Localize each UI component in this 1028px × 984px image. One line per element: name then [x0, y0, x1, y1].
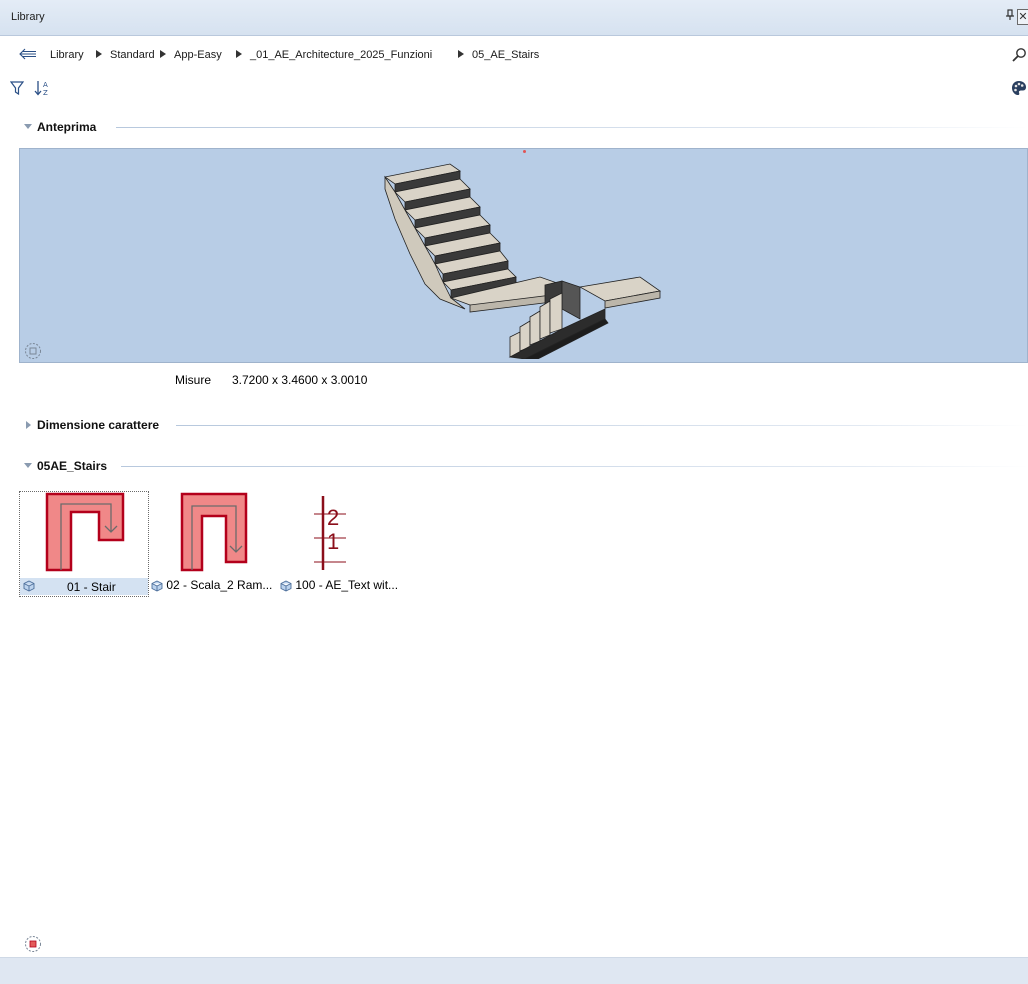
svg-text:A: A: [43, 81, 48, 89]
svg-text:Z: Z: [43, 89, 48, 96]
expand-icon[interactable]: [26, 421, 31, 429]
pin-icon[interactable]: [1004, 9, 1016, 25]
close-button[interactable]: ✕: [1017, 9, 1028, 25]
window-title: Library: [11, 11, 45, 23]
title-bar: Library ✕: [0, 0, 1028, 36]
collapse-icon[interactable]: [24, 124, 32, 129]
breadcrumb: Library Standard App-Easy _01_AE_Archite…: [0, 44, 1028, 66]
breadcrumb-separator-icon[interactable]: [96, 50, 102, 58]
filter-icon[interactable]: [9, 81, 25, 96]
back-arrow-icon[interactable]: [18, 47, 38, 61]
section-title-folder: 05AE_Stairs: [37, 459, 108, 473]
cube-icon: [23, 580, 35, 592]
section-title-font-size: Dimensione carattere: [37, 418, 160, 432]
cube-icon: [151, 580, 163, 592]
item-caption-100[interactable]: 100 - AE_Text wit...: [280, 578, 410, 595]
stair-plan-thumbnail: [45, 492, 125, 572]
item-caption-01[interactable]: 01 - Stair: [20, 578, 148, 595]
item-caption-02[interactable]: 02 - Scala_2 Ram...: [151, 578, 281, 595]
breadcrumb-item-library[interactable]: Library: [50, 49, 84, 61]
level-text-thumbnail: [314, 496, 346, 570]
measure-label: Misure: [175, 373, 212, 387]
level-1-label: 1: [327, 529, 340, 554]
section-header-folder[interactable]: 05AE_Stairs: [0, 458, 1028, 476]
breadcrumb-item-standard[interactable]: Standard: [110, 49, 155, 61]
section-divider: [176, 425, 1028, 426]
stair-3d-preview: [384, 163, 662, 359]
item-label: 100 - AE_Text wit...: [295, 578, 399, 592]
section-title-preview: Anteprima: [37, 120, 97, 134]
breadcrumb-separator-icon[interactable]: [236, 50, 242, 58]
double-ramp-plan-thumbnail: [180, 492, 248, 572]
section-divider: [116, 127, 1028, 128]
snap-target-icon[interactable]: [24, 935, 42, 953]
item-label: 02 - Scala_2 Ram...: [166, 578, 273, 592]
palette-icon[interactable]: [1011, 80, 1027, 96]
navigation-cube-icon[interactable]: [24, 342, 42, 360]
breadcrumb-item-architecture[interactable]: _01_AE_Architecture_2025_Funzioni: [250, 49, 432, 61]
level-2-label: 2: [327, 505, 340, 530]
section-header-preview[interactable]: Anteprima: [0, 119, 1028, 137]
breadcrumb-separator-icon[interactable]: [458, 50, 464, 58]
status-bar: [0, 957, 1028, 984]
sort-az-icon[interactable]: AZ: [34, 80, 52, 97]
preview-viewport[interactable]: [19, 148, 1028, 363]
breadcrumb-item-stairs[interactable]: 05_AE_Stairs: [472, 49, 539, 61]
collapse-icon[interactable]: [24, 463, 32, 468]
cube-icon: [280, 580, 292, 592]
toolbar: AZ: [0, 78, 1028, 100]
search-icon[interactable]: [1011, 47, 1027, 63]
breadcrumb-separator-icon[interactable]: [160, 50, 166, 58]
origin-marker: [523, 150, 526, 153]
section-divider: [121, 466, 1028, 467]
item-label: 01 - Stair: [67, 580, 116, 594]
breadcrumb-item-app-easy[interactable]: App-Easy: [174, 49, 222, 61]
measure-value: 3.7200 x 3.4600 x 3.0010: [232, 373, 368, 387]
section-header-font-size[interactable]: Dimensione carattere: [0, 417, 1028, 435]
